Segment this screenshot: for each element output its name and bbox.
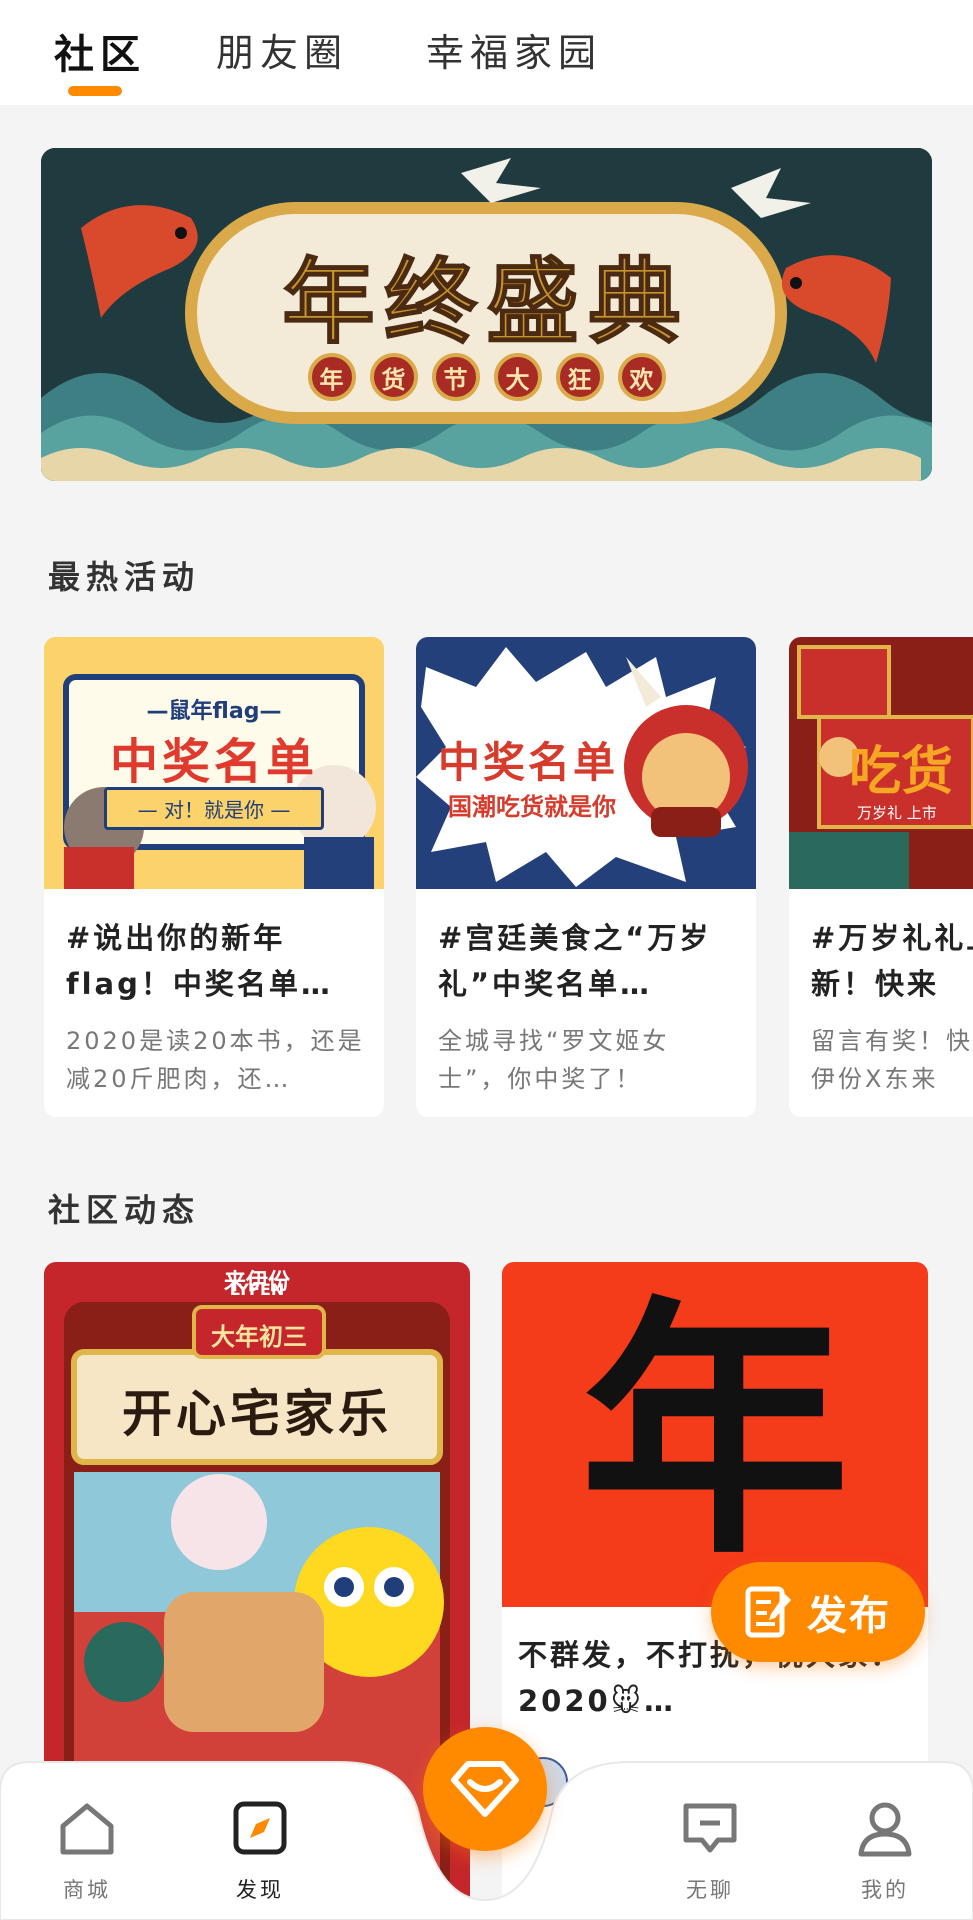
banner-badge: 狂 (555, 353, 604, 401)
hot-activity-card[interactable]: —鼠年flag— 中奖名单 — 对！就是你 — #说出你的新年flag！中奖名单… (44, 637, 384, 1117)
nav-label: 无聊 (686, 1878, 734, 1902)
card-art-sub: 国潮吃货就是你 (448, 793, 616, 821)
feed-section-title: 社区动态 (48, 1191, 201, 1229)
banner-badge: 大 (493, 353, 542, 401)
edit-icon (745, 1586, 791, 1638)
nav-label: 发现 (236, 1878, 284, 1902)
publish-label: 发布 (807, 1593, 891, 1639)
card-title: #说出你的新年flag！中奖名单… (66, 921, 333, 1001)
home-icon (60, 1803, 114, 1855)
card-artwork: —鼠年flag— 中奖名单 — 对！就是你 — (44, 637, 384, 889)
feed-art-ribbon: 大年初三 (211, 1323, 307, 1351)
card-title: #宫廷美食之“万岁礼”中奖名单… (438, 921, 712, 1001)
card-title: #万岁礼礼上新！快来 (811, 921, 973, 1001)
chat-icon (683, 1803, 737, 1853)
card-art-tag: —鼠年flag— (146, 699, 282, 724)
banner-title: 年终盛典 (281, 248, 691, 357)
compass-icon (233, 1801, 287, 1855)
card-description: 2020是读20本书，还是减20斤肥肉，还… (66, 1027, 365, 1093)
brand-name-en: LYFEN (229, 1280, 285, 1299)
hot-section-title: 最热活动 (48, 558, 201, 596)
tab-moments[interactable]: 朋友圈 (216, 22, 348, 77)
banner-badges: 年 货 节 大 狂 欢 (41, 353, 932, 401)
nav-item-me[interactable]: 我的 (825, 1796, 945, 1904)
card-art-title: 中奖名单 (438, 738, 619, 787)
nav-label: 商城 (63, 1878, 111, 1902)
user-icon (858, 1802, 912, 1857)
card-art-title: 中奖名单 (109, 734, 318, 790)
hot-activity-card[interactable]: 中奖名单 国潮吃货就是你 #宫廷美食之“万岁礼”中奖名单… 全城寻找“罗文姬女士… (416, 637, 756, 1117)
nav-item-discover[interactable]: 发现 (200, 1796, 320, 1904)
diamond-icon (451, 1761, 519, 1817)
active-tab-indicator (68, 86, 122, 96)
nav-item-chat[interactable]: 无聊 (650, 1796, 770, 1904)
banner-badge: 年 (307, 353, 356, 401)
card-description: 留言有奖！快来伊份X东来 (811, 1027, 973, 1093)
card-artwork: 吃货 万岁礼 上市 (789, 637, 973, 889)
feed-art-char: 年 (580, 1275, 850, 1590)
banner-badge: 欢 (617, 353, 666, 401)
hot-activity-card[interactable]: 吃货 万岁礼 上市 #万岁礼礼上新！快来 留言有奖！快来伊份X东来 (789, 637, 973, 1117)
feed-art-banner-text: 开心宅家乐 (122, 1385, 392, 1443)
tab-happy-home[interactable]: 幸福家园 (426, 22, 602, 77)
tab-community[interactable]: 社区 (54, 22, 146, 80)
publish-button[interactable]: 发布 (711, 1562, 925, 1662)
card-art-sub: — 对！就是你 — (104, 787, 324, 830)
center-action-button[interactable] (423, 1727, 547, 1851)
nav-item-mall[interactable]: 商城 (27, 1796, 147, 1904)
banner-badge: 货 (369, 353, 418, 401)
banner-badge: 节 (431, 353, 480, 401)
feed-post-artwork: 年 (502, 1262, 928, 1607)
nav-label: 我的 (861, 1878, 909, 1902)
card-description: 全城寻找“罗文姬女士”，你中奖了！ (438, 1027, 670, 1093)
top-tab-bar: 社区 朋友圈 幸福家园 (0, 0, 973, 105)
card-artwork: 中奖名单 国潮吃货就是你 (416, 637, 756, 889)
card-art-title: 吃货 (849, 742, 954, 802)
promo-banner[interactable]: 年终盛典 年 货 节 大 狂 欢 (41, 148, 932, 481)
card-art-sub: 万岁礼 上市 (857, 804, 937, 822)
